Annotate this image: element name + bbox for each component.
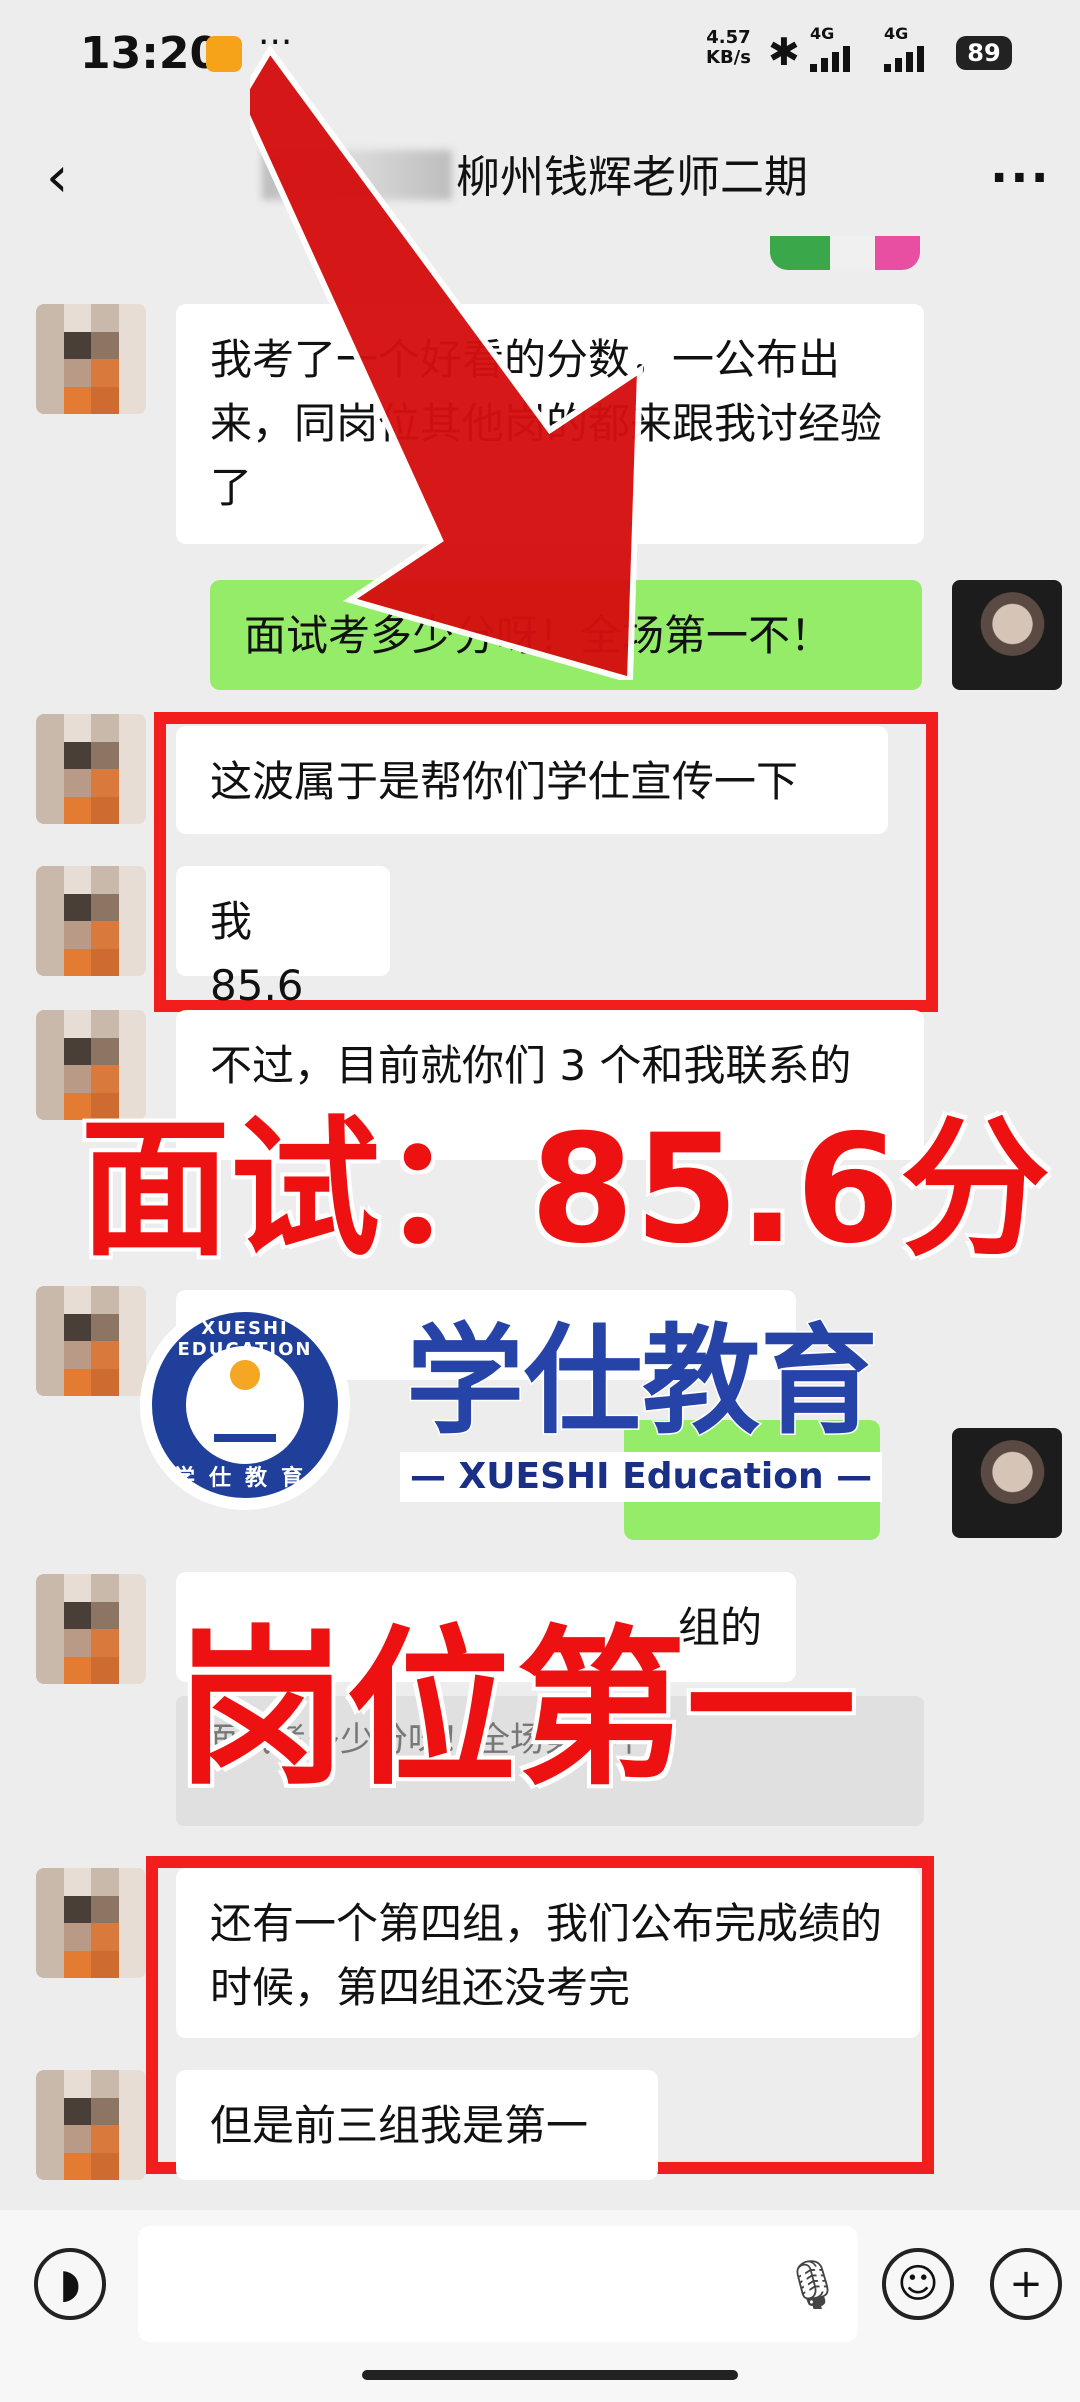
status-time: 13:20 bbox=[80, 28, 221, 79]
message-bubble[interactable]: 还有一个第四组，我们公布完成绩的时候，第四组还没考完 bbox=[176, 1868, 920, 2038]
message-bubble[interactable]: 但是前三组我是第一 bbox=[176, 2070, 658, 2180]
book-icon bbox=[214, 1394, 276, 1442]
score-overlay-text: 面试：85.6分 bbox=[78, 1103, 1051, 1277]
message-input[interactable] bbox=[138, 2226, 858, 2342]
plus-icon[interactable]: + bbox=[990, 2248, 1062, 2320]
message-bubble[interactable]: 我 85.6 bbox=[176, 866, 390, 1010]
message-bubble[interactable]: 这波属于是帮你们学仕宣传一下 bbox=[176, 726, 888, 834]
rank-overlay-text: 岗位第一 bbox=[174, 1611, 857, 1809]
emoji-icon[interactable]: ☺ bbox=[882, 2248, 954, 2320]
my-avatar[interactable] bbox=[952, 580, 1062, 690]
battery-indicator: 89 bbox=[956, 36, 1012, 70]
red-arrow-graphic bbox=[250, 44, 644, 680]
my-avatar[interactable] bbox=[952, 1428, 1062, 1538]
avatar[interactable] bbox=[36, 714, 146, 824]
home-indicator bbox=[362, 2370, 738, 2380]
avatar[interactable] bbox=[36, 2070, 146, 2180]
mic-icon[interactable]: 🎙 bbox=[782, 2256, 843, 2313]
avatar[interactable] bbox=[36, 866, 146, 976]
app-notification-icon bbox=[206, 36, 242, 72]
brand-english: — XUESHI Education — bbox=[400, 1452, 883, 1502]
avatar[interactable] bbox=[36, 304, 146, 414]
avatar[interactable] bbox=[36, 1868, 146, 1978]
signal-icon: 4G bbox=[810, 24, 874, 74]
xueshi-logo-icon: XUESHI EDUCATION 学仕教育 bbox=[140, 1300, 350, 1510]
more-dots-icon[interactable]: ··· bbox=[990, 150, 1051, 206]
voice-icon[interactable]: ◗ bbox=[34, 2248, 106, 2320]
brand-name: 学仕教育 bbox=[404, 1312, 879, 1450]
bluetooth-icon: ✱ bbox=[768, 30, 800, 74]
person-icon bbox=[230, 1360, 260, 1390]
sticker-image[interactable] bbox=[770, 236, 920, 270]
back-arrow-icon[interactable]: ‹ bbox=[46, 150, 86, 210]
avatar[interactable] bbox=[36, 1574, 146, 1684]
signal-icon-2: 4G bbox=[884, 24, 948, 74]
avatar[interactable] bbox=[36, 1286, 146, 1396]
